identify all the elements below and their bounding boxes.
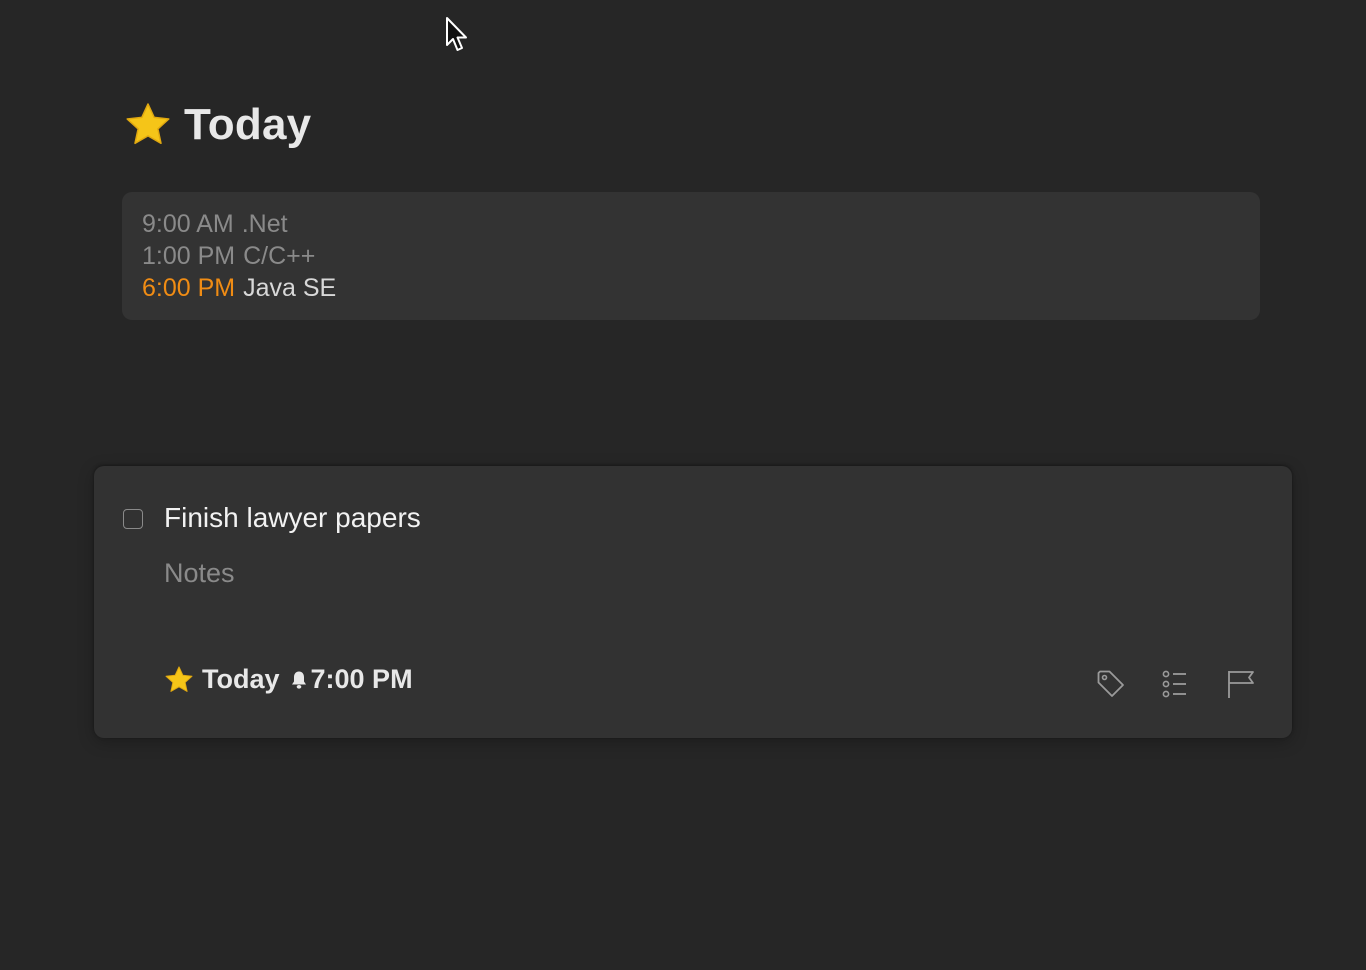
notes-field[interactable]: Notes: [164, 558, 235, 589]
calendar-events[interactable]: 9:00 AM .Net 1:00 PM C/C++ 6:00 PM Java SE: [122, 192, 1260, 320]
calendar-event[interactable]: 1:00 PM C/C++: [142, 240, 1240, 272]
tag-icon: [1097, 670, 1124, 697]
checklist-button[interactable]: [1158, 666, 1192, 702]
star-icon: [126, 103, 170, 145]
event-name: Java SE: [243, 274, 337, 302]
event-time: 6:00 PM: [142, 274, 236, 302]
event-time: 1:00 PM: [142, 242, 236, 270]
when-label: Today: [202, 664, 280, 694]
today-view: Today 9:00 AM .Net 1:00 PM C/C++ 6:00 PM Ja…: [0, 0, 1366, 970]
task-card[interactable]: Finish lawyer papers Notes Today 7:00 PM: [94, 466, 1292, 738]
event-name: C/C++: [243, 242, 316, 270]
page-header: Today: [124, 100, 311, 150]
checklist-icon: [1162, 670, 1186, 698]
bell-icon: [291, 671, 306, 689]
deadline-button[interactable]: [1224, 666, 1258, 702]
calendar-event[interactable]: 9:00 AM .Net: [142, 208, 1240, 240]
when-button[interactable]: Today 7:00 PM: [164, 664, 413, 695]
calendar-event-current[interactable]: 6:00 PM Java SE: [142, 272, 1240, 304]
task-checkbox[interactable]: [123, 509, 143, 529]
page-title: Today: [184, 100, 312, 149]
event-time: 9:00 AM: [142, 210, 234, 238]
reminder-time: 7:00 PM: [310, 664, 413, 694]
tag-button[interactable]: [1094, 666, 1128, 702]
task-title[interactable]: Finish lawyer papers: [164, 502, 421, 534]
mouse-cursor-icon: [446, 17, 467, 51]
star-icon: [165, 665, 193, 692]
event-name: .Net: [241, 210, 288, 238]
flag-icon: [1228, 671, 1254, 698]
